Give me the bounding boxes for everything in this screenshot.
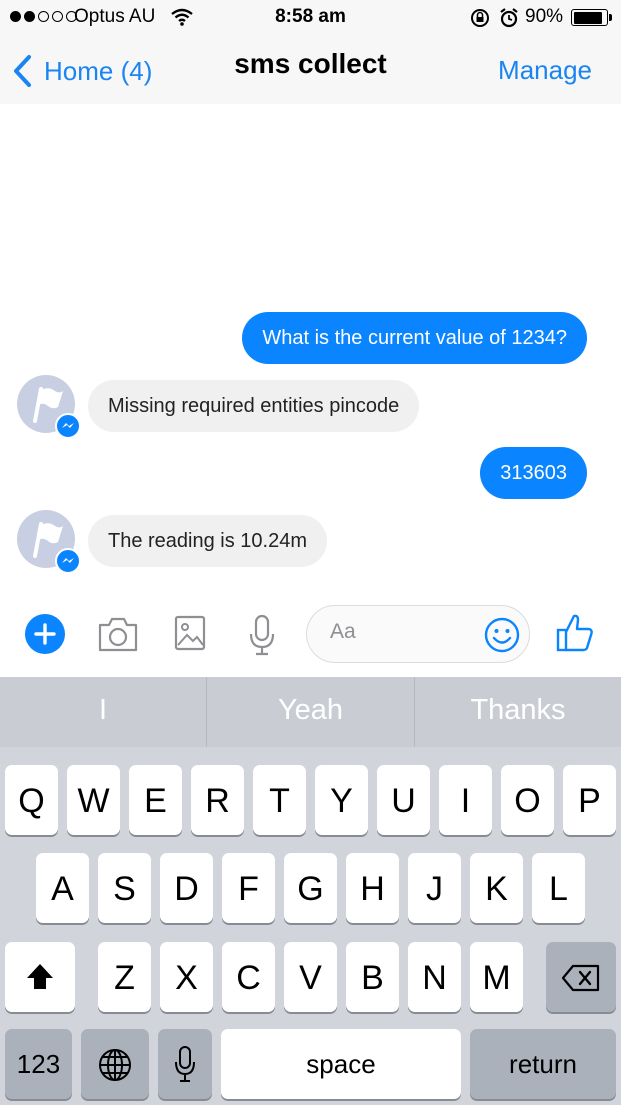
battery-percentage: 90% — [525, 6, 564, 27]
suggestion-2[interactable]: Yeah — [207, 677, 414, 747]
dictation-key[interactable] — [158, 1029, 212, 1099]
key-d[interactable]: D — [160, 853, 213, 923]
thumbs-up-icon[interactable] — [555, 612, 595, 654]
key-g[interactable]: G — [284, 853, 337, 923]
key-j[interactable]: J — [408, 853, 461, 923]
suggestion-1[interactable]: I — [0, 677, 206, 747]
delete-key[interactable] — [546, 942, 616, 1012]
key-e[interactable]: E — [129, 765, 182, 835]
shift-arrow-icon — [27, 964, 53, 989]
key-c[interactable]: C — [222, 942, 275, 1012]
messenger-badge-icon — [55, 548, 81, 574]
battery-icon — [571, 9, 608, 26]
key-k[interactable]: K — [470, 853, 523, 923]
rotation-lock-icon — [471, 9, 489, 27]
image-icon[interactable] — [174, 615, 206, 651]
microphone-icon[interactable] — [248, 614, 276, 656]
space-key[interactable]: space — [221, 1029, 461, 1099]
key-s[interactable]: S — [98, 853, 151, 923]
camera-icon[interactable] — [97, 615, 139, 653]
microphone-icon — [175, 1046, 195, 1082]
key-y[interactable]: Y — [315, 765, 368, 835]
globe-key[interactable] — [81, 1029, 149, 1099]
message-bubble-incoming[interactable]: Missing required entities pincode — [88, 380, 420, 432]
key-b[interactable]: B — [346, 942, 399, 1012]
battery-tip — [609, 14, 612, 21]
shift-key[interactable] — [5, 942, 75, 1012]
key-w[interactable]: W — [67, 765, 120, 835]
key-i[interactable]: I — [439, 765, 492, 835]
emoji-icon[interactable] — [484, 617, 520, 653]
key-h[interactable]: H — [346, 853, 399, 923]
key-v[interactable]: V — [284, 942, 337, 1012]
key-u[interactable]: U — [377, 765, 430, 835]
return-key[interactable]: return — [470, 1029, 616, 1099]
key-p[interactable]: P — [563, 765, 616, 835]
key-l[interactable]: L — [532, 853, 585, 923]
message-input-placeholder: Aa — [330, 620, 356, 643]
key-r[interactable]: R — [191, 765, 244, 835]
key-q[interactable]: Q — [5, 765, 58, 835]
key-x[interactable]: X — [160, 942, 213, 1012]
key-n[interactable]: N — [408, 942, 461, 1012]
add-icon[interactable] — [25, 614, 65, 654]
globe-icon — [99, 1049, 131, 1081]
key-a[interactable]: A — [36, 853, 89, 923]
message-bubble-outgoing[interactable]: 313603 — [480, 447, 587, 499]
key-f[interactable]: F — [222, 853, 275, 923]
messenger-badge-icon — [55, 413, 81, 439]
key-m[interactable]: M — [470, 942, 523, 1012]
key-o[interactable]: O — [501, 765, 554, 835]
suggestion-3[interactable]: Thanks — [415, 677, 621, 747]
message-bubble-outgoing[interactable]: What is the current value of 1234? — [242, 312, 587, 364]
message-bubble-incoming[interactable]: The reading is 10.24m — [88, 515, 328, 567]
backspace-icon — [561, 964, 600, 992]
key-z[interactable]: Z — [98, 942, 151, 1012]
alarm-icon — [500, 8, 518, 28]
key-t[interactable]: T — [253, 765, 306, 835]
manage-button[interactable]: Manage — [498, 55, 592, 86]
numbers-key[interactable]: 123 — [5, 1029, 72, 1099]
